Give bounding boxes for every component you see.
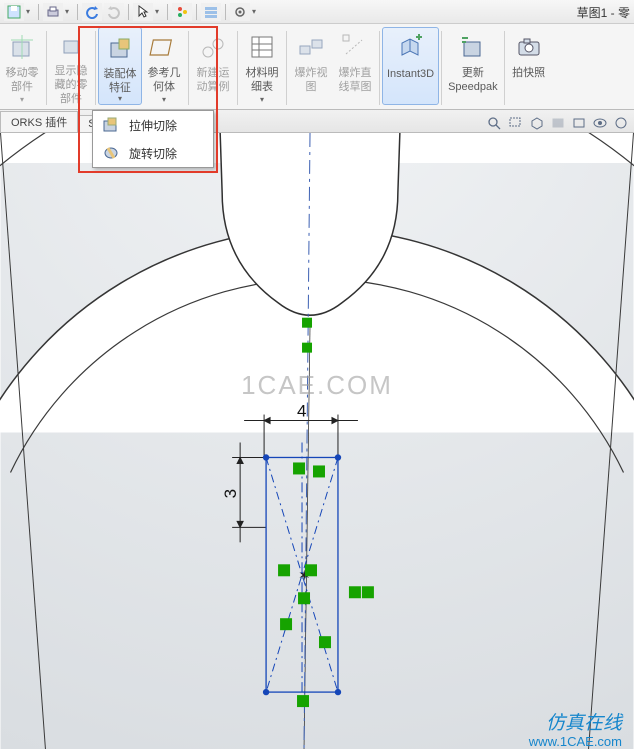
new-motion-study-button[interactable]: 新建运 动算例: [191, 27, 235, 105]
watermark-url: www.1CAE.com: [529, 734, 622, 749]
eye-icon: [55, 31, 87, 61]
revolve-cut-icon: [101, 144, 121, 162]
tab-orks-plugin[interactable]: ORKS 插件: [0, 111, 78, 132]
motion-icon: [197, 31, 229, 63]
graphics-viewport[interactable]: 4 3 ✶: [0, 132, 634, 749]
zoom-area-icon[interactable]: [506, 114, 526, 132]
chevron-down-icon[interactable]: ▾: [252, 7, 260, 16]
move-component-button[interactable]: 移动零 部件 ▾: [0, 27, 44, 105]
bom-button[interactable]: 材料明 细表 ▾: [240, 27, 284, 105]
undo-button[interactable]: [82, 3, 102, 21]
document-title: 草图1 - 零: [577, 4, 630, 21]
dimension-horizontal[interactable]: 4: [297, 402, 306, 421]
section-view-icon[interactable]: [548, 114, 568, 132]
bom-icon: [246, 31, 278, 63]
chevron-down-icon[interactable]: ▾: [26, 7, 34, 16]
print-button[interactable]: [43, 3, 63, 21]
extrude-cut-label: 拉伸切除: [129, 117, 177, 134]
ribbon: 移动零 部件 ▾ 显示隐 藏的零 部件 装配体 特征 ▾ 参考几 何体 ▾ 新建…: [0, 24, 634, 110]
separator: [38, 4, 39, 20]
separator: [196, 4, 197, 20]
explode-icon: [295, 31, 327, 63]
options-button[interactable]: [201, 3, 221, 21]
rebuild-button[interactable]: [172, 3, 192, 21]
settings-button[interactable]: [230, 3, 250, 21]
redo-button[interactable]: [104, 3, 124, 21]
separator: [225, 4, 226, 20]
update-speedpak-button[interactable]: 更新 Speedpak: [444, 27, 502, 105]
speedpak-icon: [457, 31, 489, 63]
chevron-down-icon[interactable]: ▾: [65, 7, 73, 16]
assembly-features-dropdown: 拉伸切除 旋转切除: [92, 110, 214, 168]
chevron-down-icon: ▾: [99, 94, 141, 104]
take-snapshot-button[interactable]: 拍快照: [507, 27, 551, 105]
separator: [167, 4, 168, 20]
select-tool[interactable]: [133, 3, 153, 21]
assembly-feature-icon: [104, 32, 136, 64]
hide-show-icon[interactable]: [590, 114, 610, 132]
reference-geometry-button[interactable]: 参考几 何体 ▾: [142, 27, 186, 105]
explode-line-sketch-button[interactable]: 爆炸直 线草图: [333, 27, 377, 105]
separator: [128, 4, 129, 20]
edit-appearance-icon[interactable]: [611, 114, 631, 132]
move-icon: [6, 31, 38, 63]
zoom-fit-icon[interactable]: [485, 114, 505, 132]
extrude-cut-item[interactable]: 拉伸切除: [93, 111, 213, 139]
chevron-down-icon[interactable]: ▾: [155, 7, 163, 16]
model-canvas: 4 3 ✶: [0, 133, 634, 749]
view-toolbar: [484, 113, 632, 133]
instant3d-icon: [395, 32, 427, 64]
watermark-brand: 仿真在线: [546, 708, 622, 735]
show-hidden-button[interactable]: 显示隐 藏的零 部件: [49, 27, 93, 105]
instant3d-button[interactable]: Instant3D: [382, 27, 439, 105]
ref-geom-icon: [148, 31, 180, 63]
quick-access-toolbar: ▾ ▾ ▾ ▾: [4, 3, 260, 21]
extrude-cut-icon: [101, 116, 121, 134]
chevron-down-icon: ▾: [0, 95, 44, 105]
explode-line-icon: [339, 31, 371, 63]
camera-icon: [513, 31, 545, 63]
title-bar: ▾ ▾ ▾ ▾ 草图1 - 零: [0, 0, 634, 24]
revolve-cut-label: 旋转切除: [129, 145, 177, 162]
chevron-down-icon: ▾: [142, 95, 186, 105]
chevron-down-icon: ▾: [240, 95, 284, 105]
assembly-features-button[interactable]: 装配体 特征 ▾: [98, 27, 142, 105]
separator: [77, 4, 78, 20]
revolve-cut-item[interactable]: 旋转切除: [93, 139, 213, 167]
dimension-vertical[interactable]: 3: [221, 489, 240, 498]
exploded-view-button[interactable]: 爆炸视 图: [289, 27, 333, 105]
display-style-icon[interactable]: [569, 114, 589, 132]
save-button[interactable]: [4, 3, 24, 21]
view-orientation-icon[interactable]: [527, 114, 547, 132]
